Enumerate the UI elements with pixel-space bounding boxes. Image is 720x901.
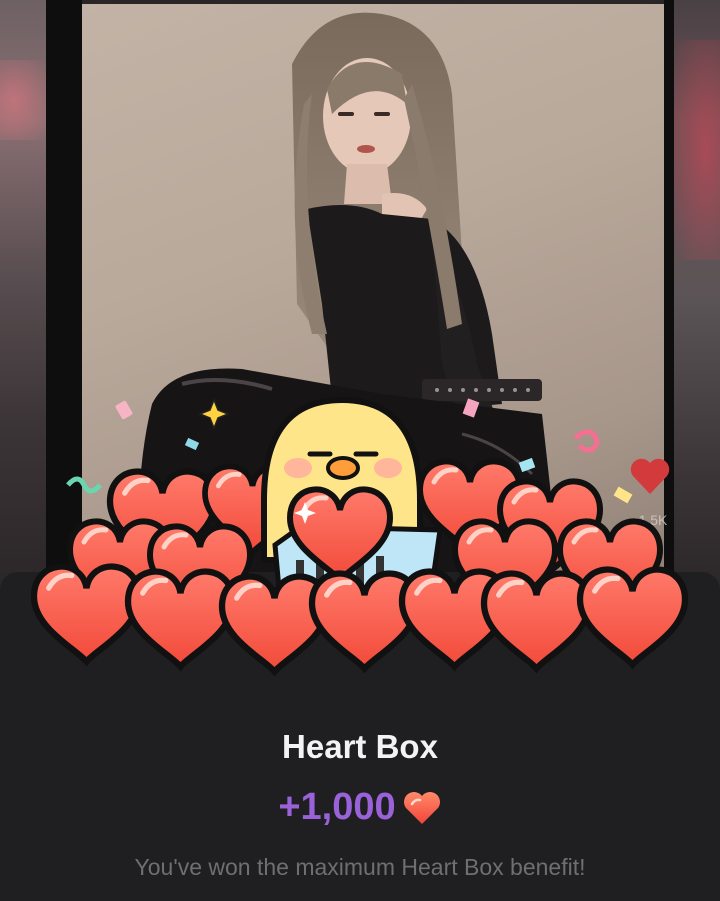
screen: 1.5K Heart Box +1,000 You've won the max… [0,0,720,901]
reward-title: Heart Box [282,728,438,765]
reward-amount-row: +1,000 [0,786,720,829]
reward-message: You've won the maximum Heart Box benefit… [134,854,586,880]
heart-box-illustration [0,396,720,700]
heart-icon [403,791,440,824]
reward-amount: +1,000 [278,786,396,828]
